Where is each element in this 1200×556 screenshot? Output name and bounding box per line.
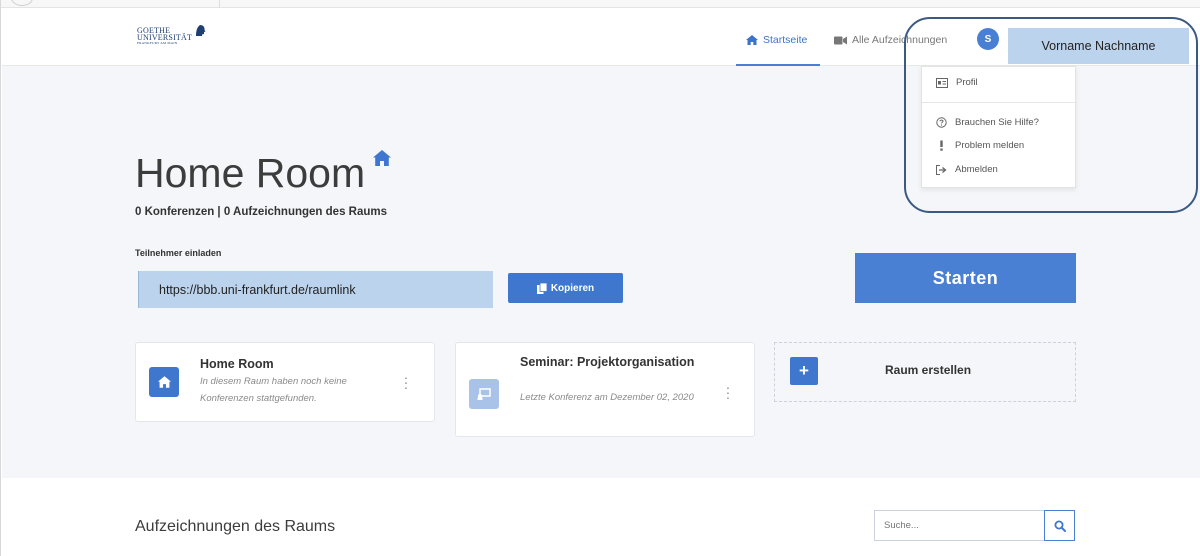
logo-line-2: UNIVERSITÄT [137, 33, 193, 42]
room-stats: 0 Konferenzen | 0 Aufzeichnungen des Rau… [135, 206, 388, 218]
room-card-description: Letzte Konferenz am Dezember 02, 2020 [520, 392, 694, 403]
invite-link-input[interactable] [159, 283, 479, 297]
invite-label: Teilnehmer einladen [135, 248, 222, 258]
plus-icon: + [790, 357, 818, 385]
copy-button[interactable]: Kopieren [508, 273, 623, 303]
goethe-head-icon [196, 25, 206, 36]
copy-icon [536, 282, 547, 294]
recordings-search [874, 510, 1075, 541]
browser-tab-edge [11, 0, 33, 6]
nav-startseite-label: Startseite [763, 34, 808, 46]
invite-link-field[interactable] [138, 271, 493, 308]
create-room-label: Raum erstellen [885, 363, 972, 377]
room-card-icon [469, 379, 499, 409]
page-title: Home Room [135, 150, 366, 196]
room-card-home[interactable]: Home Room In diesem Raum haben noch kein… [135, 342, 435, 422]
recordings-section-title: Aufzeichnungen des Raums [135, 518, 336, 535]
start-button[interactable]: Starten [855, 253, 1076, 303]
room-card-description: In diesem Raum haben noch keine Konferen… [200, 376, 347, 404]
logo-text: GOETHE UNIVERSITÄT FRANKFURT AM MAIN [137, 27, 193, 46]
browser-divider [219, 0, 220, 8]
room-card-seminar[interactable]: Seminar: Projektorganisation Letzte Konf… [455, 342, 755, 437]
search-input[interactable] [874, 510, 1044, 541]
presentation-icon [477, 388, 491, 400]
more-options-icon[interactable]: · · · [724, 380, 732, 404]
nav-startseite[interactable]: Startseite [746, 34, 807, 46]
room-card-title: Seminar: Projektorganisation [520, 355, 695, 369]
home-icon[interactable] [373, 150, 391, 166]
home-icon [746, 35, 758, 45]
search-icon [1054, 520, 1066, 532]
callout-highlight-ring [904, 17, 1198, 213]
app-frame: GOETHE UNIVERSITÄT FRANKFURT AM MAIN Sta… [0, 0, 1200, 556]
home-icon [157, 376, 171, 388]
video-camera-icon [834, 36, 847, 44]
browser-top-strip [1, 0, 1200, 8]
copy-button-label: Kopieren [550, 282, 595, 294]
university-logo[interactable]: GOETHE UNIVERSITÄT FRANKFURT AM MAIN [137, 25, 207, 46]
room-card-icon [149, 367, 179, 397]
start-button-label: Starten [932, 267, 999, 288]
search-button[interactable] [1044, 510, 1075, 541]
create-room-card[interactable]: + Raum erstellen [774, 342, 1076, 402]
more-options-icon[interactable]: · · · [402, 370, 410, 394]
room-card-title: Home Room [200, 357, 274, 371]
